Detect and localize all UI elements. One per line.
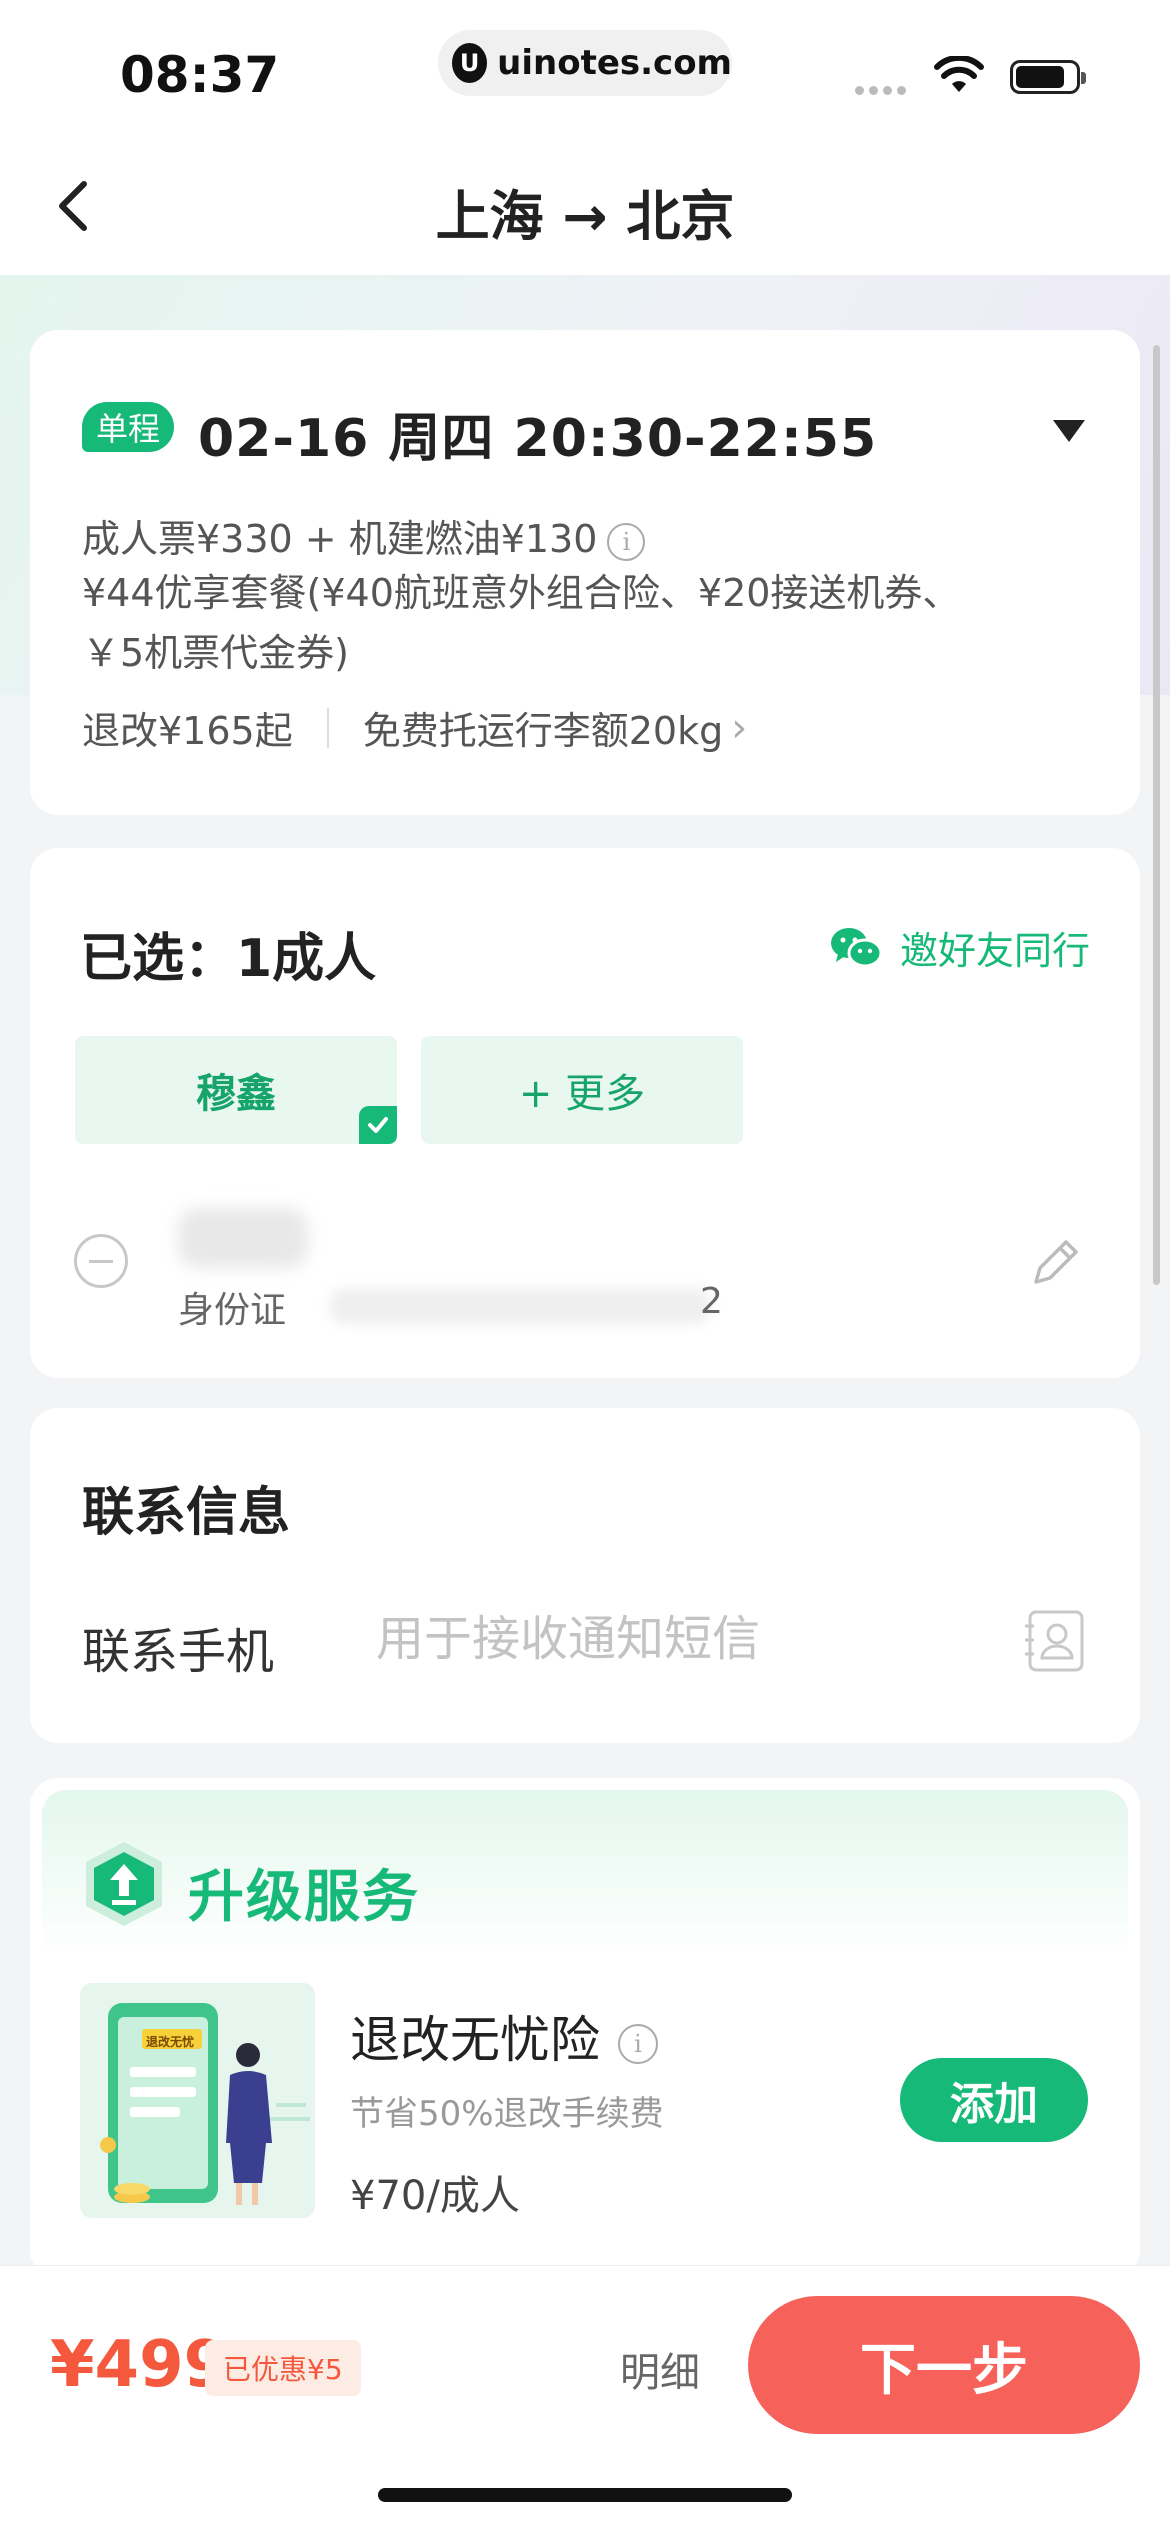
flight-summary-card: 单程 02-16 周四 20:30-22:55 成人票¥330 + 机建燃油¥1… [30,330,1140,815]
total-price: ¥499 [50,2328,229,2402]
baggage-allowance[interactable]: 免费托运行李额20kg [363,700,723,755]
contact-info-card: 联系信息 联系手机 [30,1408,1140,1743]
passenger-chip-selected[interactable]: 穆鑫 [75,1036,397,1144]
id-type-label: 身份证 [178,1290,287,1331]
wechat-icon [831,927,882,967]
insurance-name-text: 退改无忧险 [350,2011,600,2069]
upgrade-service-card: 升级服务 退改无忧 退改无忧险 i 节省50%退改手续费 ¥70/成人 添加 [30,1778,1140,2278]
fare-text: 成人票¥330 + 机建燃油¥130 [82,517,598,561]
discount-badge: 已优惠¥5 [205,2340,361,2396]
flight-datetime: 02-16 周四 20:30-22:55 [198,409,878,469]
add-insurance-button[interactable]: 添加 [900,2058,1088,2142]
insurance-name: 退改无忧险 i [350,2000,658,2072]
info-icon[interactable]: i [607,522,646,561]
package-line-1: ¥44优享套餐(¥40航班意外组合险、¥20接送机券、 [82,571,961,615]
illustration-label: 退改无忧 [146,2035,195,2049]
url-text: uinotes.com [497,43,732,83]
phone-label: 联系手机 [82,1624,275,1680]
passenger-name-blurred [178,1208,308,1268]
more-chip-label: + 更多 [518,1071,646,1117]
contacts-book-icon[interactable] [1022,1608,1088,1674]
insurance-description: 节省50%退改手续费 [350,2094,664,2134]
url-pill[interactable]: U uinotes.com [438,30,732,96]
invite-friend-button[interactable]: 邀好友同行 [830,920,1090,975]
cellular-signal-icon [855,86,906,95]
fare-line: 成人票¥330 + 机建燃油¥130 i [82,508,646,563]
id-number-blurred [330,1288,710,1324]
contact-title: 联系信息 [82,1483,291,1543]
more-passengers-chip[interactable]: + 更多 [421,1036,743,1144]
divider [326,707,329,748]
site-logo-icon: U [452,43,488,83]
home-indicator[interactable] [378,2488,792,2502]
refund-policy[interactable]: 退改¥165起 [82,700,293,755]
info-icon[interactable]: i [618,2023,658,2064]
trip-type-badge: 单程 [82,402,175,452]
insurance-illustration: 退改无忧 [80,1983,315,2218]
invite-label: 邀好友同行 [900,929,1091,973]
next-step-button[interactable]: 下一步 [748,2296,1140,2434]
app-header: 08:37 U uinotes.com 上海 → 北京 [0,0,1170,275]
expand-triangle-icon[interactable] [1053,420,1085,442]
phone-input[interactable] [376,1604,976,1674]
policy-row: 退改¥165起 免费托运行李额20kg › [82,700,747,755]
check-icon [359,1106,397,1144]
status-time: 08:37 [120,46,280,104]
id-number-tail: 2 [700,1281,723,1322]
passenger-card: 已选：1成人 邀好友同行 穆鑫 + 更多 身份证 2 [30,848,1140,1378]
price-detail-link[interactable]: 明细 [620,2340,700,2398]
battery-icon [1010,60,1086,94]
passenger-chip-label: 穆鑫 [196,1071,276,1117]
selected-count: 已选：1成人 [80,929,377,989]
scrollbar[interactable] [1153,345,1160,1285]
route-title: 上海 → 北京 [435,185,735,248]
insurance-price: ¥70/成人 [350,2173,520,2219]
chevron-right-icon[interactable]: › [731,705,747,751]
upgrade-title: 升级服务 [188,1865,420,1930]
wifi-icon [934,56,984,92]
package-line-2: ￥5机票代金券) [82,631,350,675]
remove-passenger-icon[interactable] [74,1234,128,1288]
edit-pencil-icon[interactable] [1028,1234,1084,1290]
upgrade-arrow-icon [86,1842,162,1926]
